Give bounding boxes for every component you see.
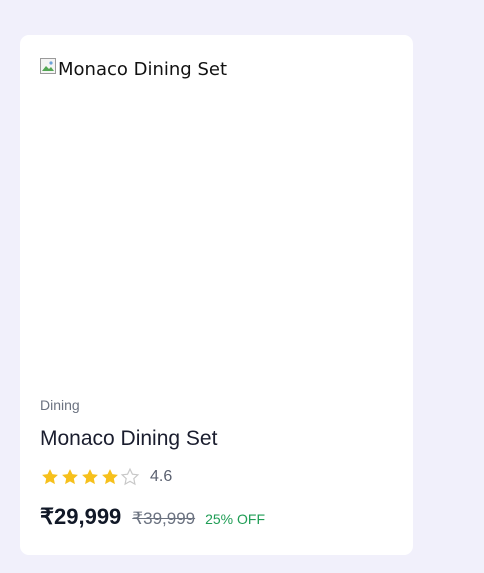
- rating-stars: [40, 467, 140, 487]
- star-outline-icon: [120, 467, 140, 486]
- product-category: Dining: [40, 397, 80, 413]
- star-icon: [82, 469, 98, 485]
- product-image-alt-text: Monaco Dining Set: [58, 59, 227, 80]
- product-image[interactable]: Monaco Dining Set: [40, 57, 393, 397]
- star-icon: [42, 469, 58, 485]
- rating-value: 4.6: [150, 468, 173, 485]
- current-price: ₹29,999: [40, 504, 122, 529]
- original-price: ₹39,999: [132, 509, 196, 528]
- star-icon: [102, 469, 118, 485]
- product-title[interactable]: Monaco Dining Set: [40, 425, 217, 453]
- broken-image-placeholder: Monaco Dining Set: [40, 57, 227, 82]
- star-icon: [62, 469, 78, 485]
- broken-image-icon: [40, 58, 56, 74]
- product-rating: 4.6: [40, 467, 172, 487]
- price-row: ₹29,999 ₹39,999 25% OFF: [40, 504, 265, 530]
- discount-badge: 25% OFF: [205, 511, 266, 527]
- product-card[interactable]: Monaco Dining Set Dining Monaco Dining S…: [20, 35, 413, 555]
